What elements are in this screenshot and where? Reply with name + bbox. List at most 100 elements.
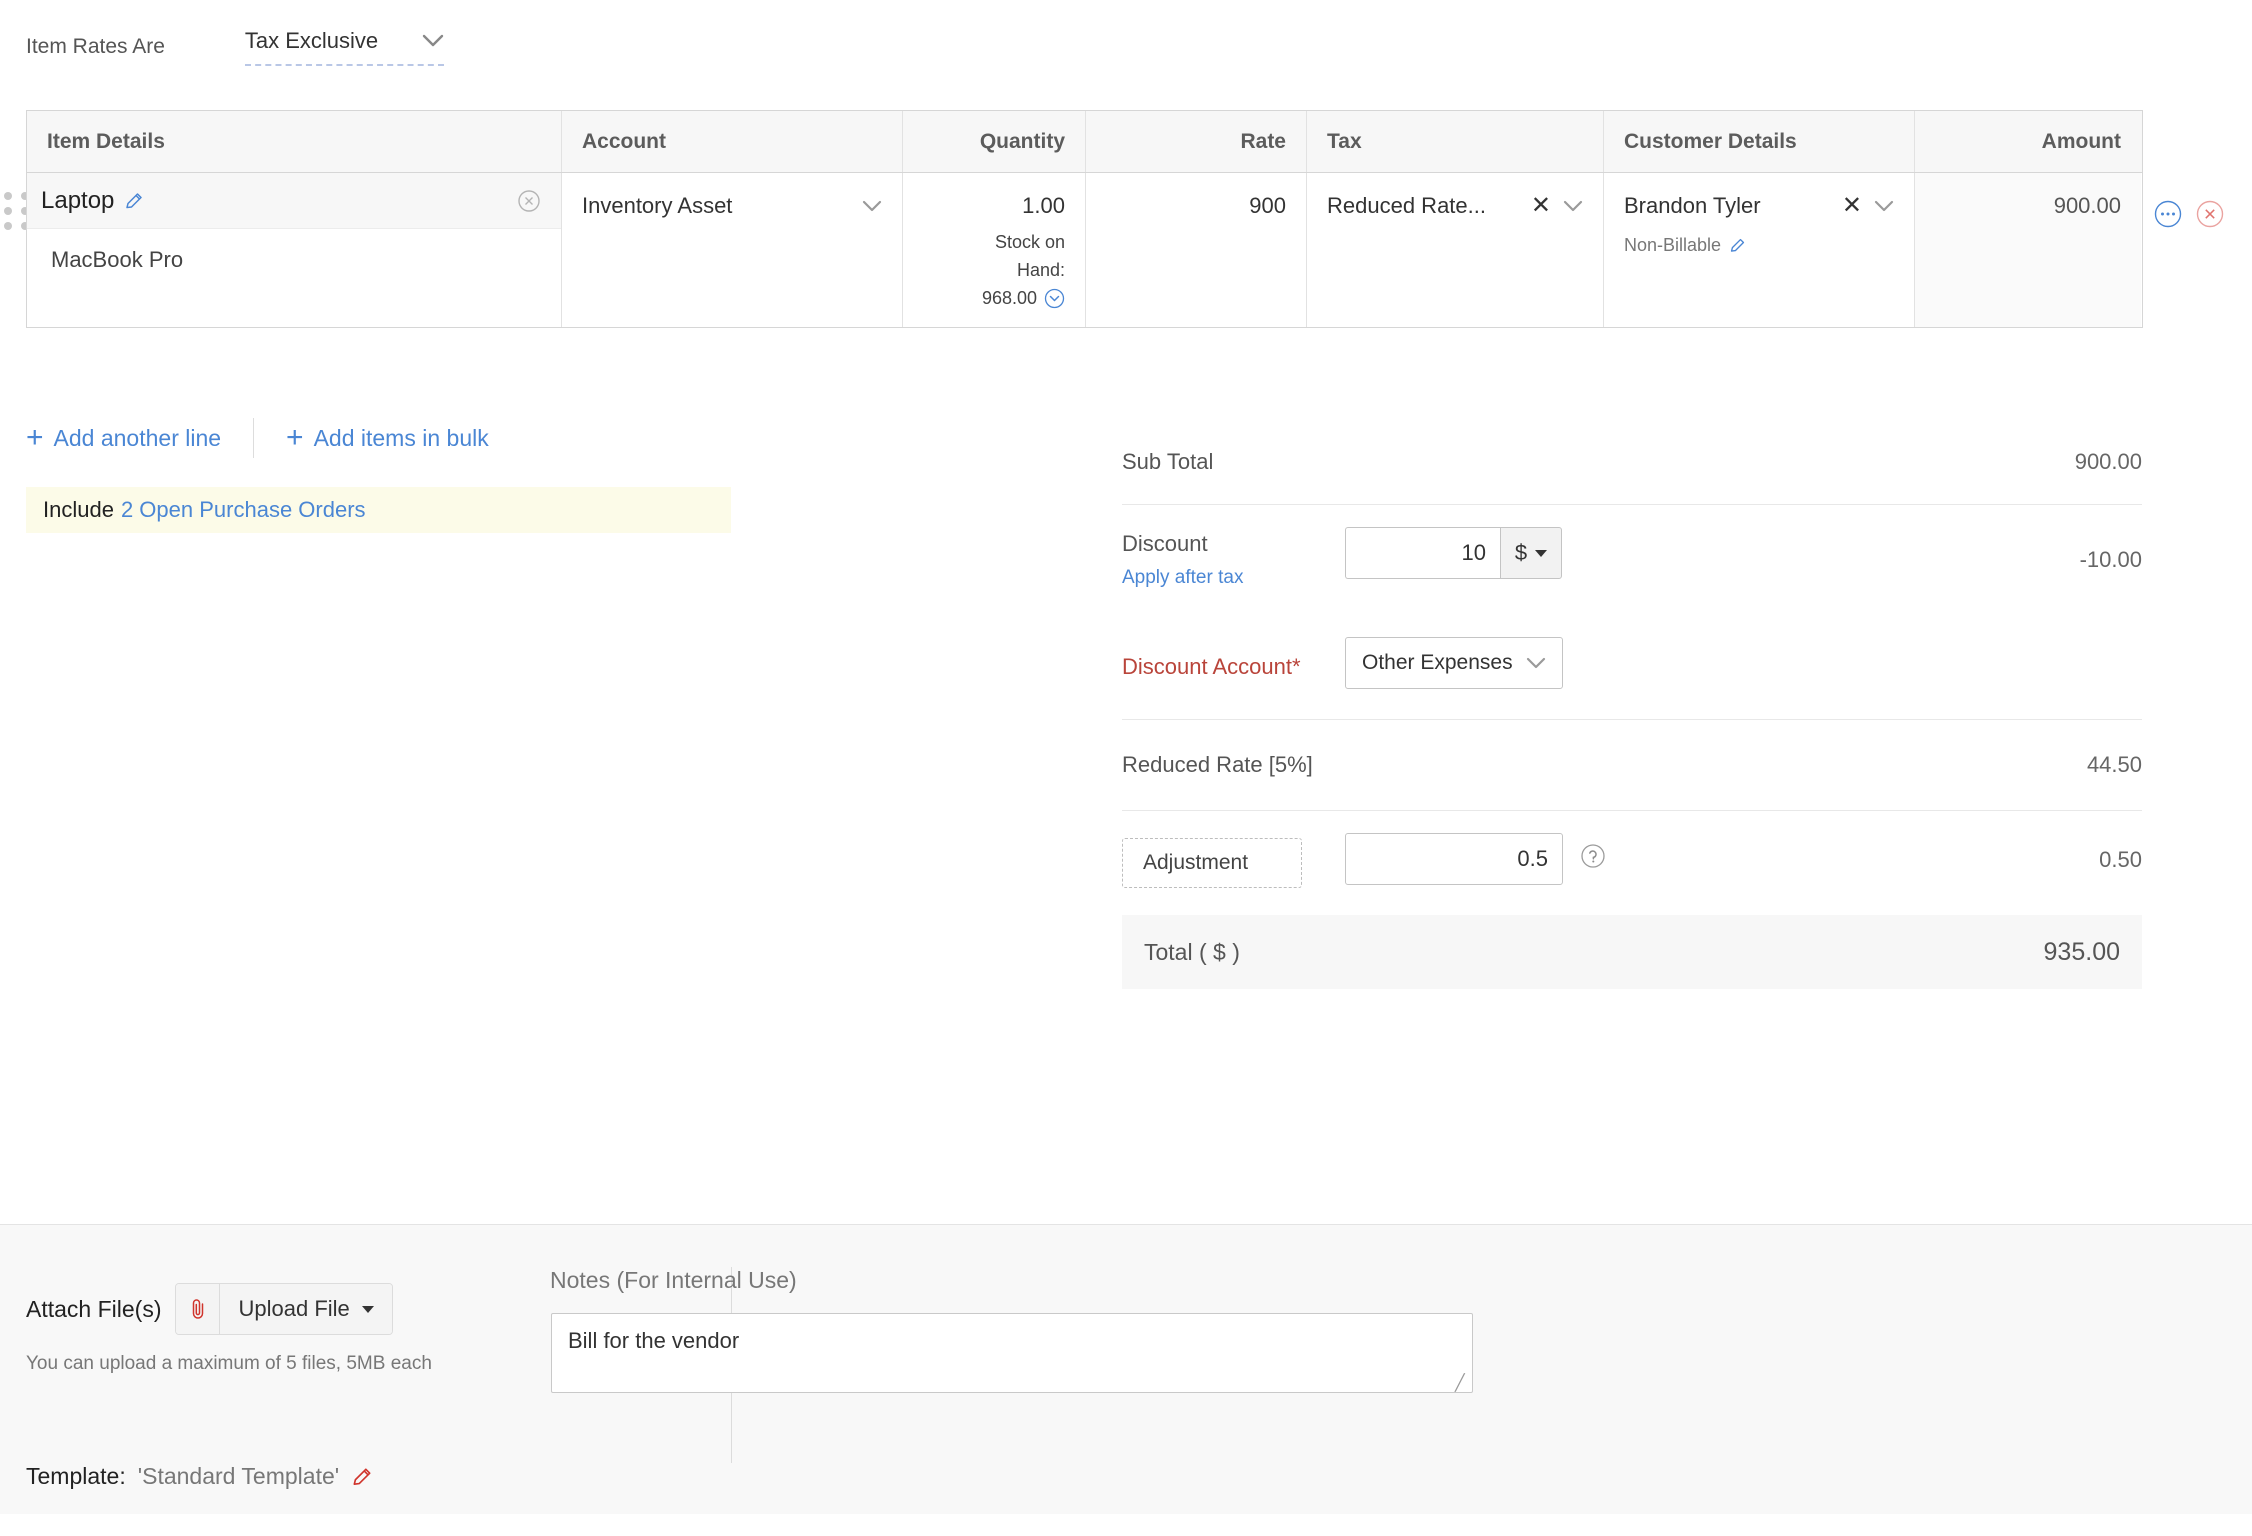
chevron-down-icon — [862, 200, 882, 213]
tax-summary-row: Reduced Rate [5%] 44.50 — [1122, 720, 2142, 810]
grand-total-label: Total ( $ ) — [1144, 939, 1240, 966]
tax-summary-value: 44.50 — [2087, 752, 2142, 778]
account-select[interactable]: Inventory Asset — [582, 187, 882, 219]
cell-tax: Reduced Rate... ✕ — [1307, 173, 1604, 327]
divider — [253, 418, 254, 458]
row-action-buttons — [2154, 200, 2224, 228]
adjustment-label-field[interactable]: Adjustment — [1122, 838, 1302, 888]
discount-control: $ — [1345, 527, 1562, 579]
rate-value[interactable]: 900 — [1106, 187, 1286, 219]
discount-account-select[interactable]: Other Expenses — [1345, 637, 1563, 689]
help-icon[interactable] — [1580, 843, 1606, 869]
cell-quantity: 1.00 Stock on Hand: 968.00 — [903, 173, 1086, 327]
add-line-actions: + Add another line + Add items in bulk — [26, 418, 489, 458]
item-description-value[interactable]: MacBook Pro — [27, 229, 561, 273]
cell-item-details: Laptop MacBook Pro — [27, 173, 562, 327]
clear-customer-icon[interactable]: ✕ — [1842, 194, 1862, 218]
discount-account-row: Discount Account* Other Expenses — [1122, 615, 2142, 719]
customer-select[interactable]: Brandon Tyler ✕ — [1624, 187, 1894, 219]
edit-pencil-icon[interactable] — [1729, 237, 1746, 254]
resize-grip-icon[interactable]: ╱ — [1455, 1373, 1465, 1393]
stock-on-hand: Stock on Hand: 968.00 — [923, 229, 1065, 313]
stock-expand-icon[interactable] — [1044, 288, 1065, 309]
column-header-rate: Rate — [1086, 111, 1307, 172]
adjustment-amount: 0.50 — [2099, 847, 2142, 873]
subtotal-row: Sub Total 900.00 — [1122, 420, 2142, 504]
open-purchase-orders-banner: Include 2 Open Purchase Orders — [26, 487, 731, 533]
item-rates-label: Item Rates Are — [26, 35, 165, 59]
template-name: 'Standard Template' — [138, 1463, 339, 1490]
stock-value: 968.00 — [982, 285, 1037, 313]
add-items-in-bulk-button[interactable]: + Add items in bulk — [286, 425, 489, 452]
paperclip-icon[interactable] — [176, 1284, 220, 1334]
line-items-table: Item Details Account Quantity Rate Tax C… — [26, 110, 2143, 328]
customer-value: Brandon Tyler — [1624, 193, 1761, 219]
item-rates-value: Tax Exclusive — [245, 28, 378, 54]
cell-account: Inventory Asset — [562, 173, 903, 327]
discount-unit-dropdown[interactable]: $ — [1500, 527, 1562, 579]
account-value: Inventory Asset — [582, 193, 732, 219]
notes-label-sub: (For Internal Use) — [616, 1267, 796, 1293]
row-delete-icon[interactable] — [2196, 200, 2224, 228]
table-header-row: Item Details Account Quantity Rate Tax C… — [27, 111, 2142, 173]
adjustment-input[interactable] — [1345, 833, 1563, 885]
stock-value-wrap: 968.00 — [982, 285, 1065, 313]
chevron-down-icon — [1563, 200, 1583, 213]
discount-account-label: Discount Account* — [1122, 654, 1301, 680]
tax-summary-label: Reduced Rate [5%] — [1122, 752, 1313, 778]
subtotal-label: Sub Total — [1122, 449, 1213, 475]
open-purchase-orders-link[interactable]: 2 Open Purchase Orders — [121, 497, 366, 523]
discount-label: Discount — [1122, 531, 1340, 557]
notes-label: Notes (For Internal Use) — [550, 1267, 797, 1294]
plus-icon: + — [286, 428, 304, 448]
column-header-amount: Amount — [1915, 111, 2141, 172]
amount-value: 900.00 — [1935, 187, 2121, 219]
table-row: Laptop MacBook Pro Inventory Asset 1.00 — [27, 173, 2142, 327]
item-rates-row: Item Rates Are Tax Exclusive — [26, 28, 444, 66]
adjustment-row: Adjustment 0.50 — [1122, 811, 2142, 915]
column-header-account: Account — [562, 111, 903, 172]
apply-after-tax-link[interactable]: Apply after tax — [1122, 567, 1340, 589]
billable-status[interactable]: Non-Billable — [1624, 235, 1894, 256]
grand-total-row: Total ( $ ) 935.00 — [1122, 915, 2142, 989]
column-header-quantity: Quantity — [903, 111, 1086, 172]
grand-total-value: 935.00 — [2044, 938, 2120, 967]
template-row: Template: 'Standard Template' — [26, 1463, 373, 1490]
cell-customer-details: Brandon Tyler ✕ Non-Billable — [1604, 173, 1915, 327]
edit-pencil-icon[interactable] — [124, 191, 144, 211]
attach-files-label: Attach File(s) — [26, 1296, 161, 1323]
add-another-line-button[interactable]: + Add another line — [26, 425, 221, 452]
adjustment-label: Adjustment — [1143, 851, 1248, 875]
quantity-value[interactable]: 1.00 — [923, 187, 1065, 219]
tax-select[interactable]: Reduced Rate... ✕ — [1327, 187, 1583, 219]
notes-textarea[interactable]: Bill for the vendor — [551, 1313, 1473, 1393]
item-name-value: Laptop — [41, 187, 114, 215]
discount-input[interactable] — [1345, 527, 1500, 579]
discount-unit-value: $ — [1515, 540, 1527, 566]
subtotal-value: 900.00 — [2075, 449, 2142, 475]
upload-file-button[interactable]: Upload File — [220, 1284, 391, 1334]
template-prefix: Template: — [26, 1463, 126, 1490]
item-rates-dropdown[interactable]: Tax Exclusive — [245, 28, 444, 66]
cell-amount: 900.00 — [1915, 173, 2141, 327]
column-header-tax: Tax — [1307, 111, 1604, 172]
totals-panel: Sub Total 900.00 Discount Apply after ta… — [1122, 420, 2142, 989]
cell-rate: 900 — [1086, 173, 1307, 327]
chevron-down-icon — [422, 34, 444, 48]
add-another-line-label: Add another line — [54, 425, 222, 452]
add-items-in-bulk-label: Add items in bulk — [314, 425, 489, 452]
row-more-options-icon[interactable] — [2154, 200, 2182, 228]
discount-amount: -10.00 — [2080, 547, 2142, 573]
discount-account-value: Other Expenses — [1362, 651, 1513, 675]
edit-pencil-icon[interactable] — [351, 1466, 373, 1488]
banner-prefix: Include — [43, 497, 114, 523]
discount-row: Discount Apply after tax $ -10.00 — [1122, 505, 2142, 615]
item-name-field[interactable]: Laptop — [27, 173, 561, 229]
bottom-panel: Attach File(s) Upload File You can uploa… — [0, 1224, 2252, 1514]
upload-file-group: Upload File — [175, 1283, 392, 1335]
column-header-customer-details: Customer Details — [1604, 111, 1915, 172]
billable-status-value: Non-Billable — [1624, 235, 1721, 256]
chevron-down-icon — [1874, 200, 1894, 213]
clear-tax-icon[interactable]: ✕ — [1531, 194, 1551, 218]
clear-item-icon[interactable] — [517, 189, 541, 213]
